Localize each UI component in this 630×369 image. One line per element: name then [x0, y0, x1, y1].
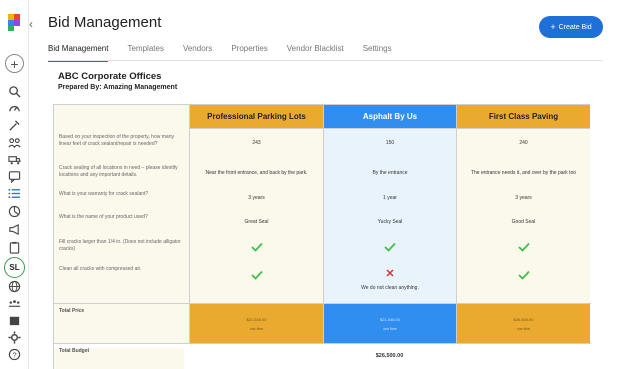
- total-budget-value: $26,500.00: [375, 353, 404, 359]
- team-icon[interactable]: [7, 296, 22, 311]
- people-icon[interactable]: [7, 135, 22, 150]
- avatar[interactable]: SL: [4, 257, 25, 278]
- check-icon: [190, 242, 323, 252]
- answer-warranty: 1 year: [383, 195, 397, 201]
- price-frequency: one time: [383, 327, 397, 331]
- tools-icon[interactable]: [7, 118, 22, 133]
- check-icon: [457, 270, 590, 280]
- gear-icon[interactable]: [7, 330, 22, 345]
- chevron-left-icon[interactable]: ‹: [29, 17, 33, 31]
- create-bid-button[interactable]: + Create Bid: [539, 16, 603, 38]
- answer-linear-feet: 240: [519, 140, 528, 146]
- question-locations: Crack sealing of all locations in need –…: [59, 165, 178, 179]
- answer-linear-feet: 150: [385, 140, 395, 146]
- question-linear-feet: Based on your inspection of the property…: [59, 134, 174, 148]
- answer-product: Great Seal: [244, 219, 269, 225]
- company-name: ABC Corporate Offices: [58, 71, 162, 82]
- svg-text:?: ?: [12, 350, 16, 359]
- help-icon[interactable]: ?: [7, 347, 22, 362]
- plus-icon: +: [550, 22, 556, 32]
- row-divider: [54, 343, 591, 344]
- page-title: Bid Management: [48, 14, 162, 31]
- add-icon[interactable]: +: [5, 54, 24, 73]
- chat-icon[interactable]: [7, 169, 22, 184]
- question-warranty: What is your warranty for crack sealant?: [59, 191, 149, 197]
- list-icon[interactable]: [7, 186, 22, 201]
- answer-locations: The entrance needs it, and over by the p…: [470, 170, 577, 176]
- bid-comparison-table: Based on your inspection of the property…: [53, 104, 591, 369]
- chart-icon[interactable]: [7, 204, 22, 219]
- answer-linear-feet: 243: [252, 140, 261, 146]
- sidebar: + SL ?: [0, 0, 29, 369]
- answer-warranty: 3 years: [515, 195, 532, 201]
- total-budget-label: Total Budget: [54, 348, 184, 369]
- question-clean-cracks: Clean all cracks with compressed air.: [59, 266, 142, 272]
- total-budget-row: Total Budget $26,500.00: [54, 343, 591, 369]
- tabs-divider: [48, 60, 603, 61]
- clipboard-icon[interactable]: [7, 240, 22, 255]
- price-value: $26,450.00: [513, 317, 534, 322]
- total-price-label: Total Price: [59, 308, 85, 314]
- answer-product: Yucky Seal: [377, 219, 403, 225]
- vendor-name: Professional Parking Lots: [190, 105, 323, 129]
- price-cell: $26,450.00 one time: [457, 304, 590, 343]
- folder-icon[interactable]: [7, 313, 22, 328]
- answer-warranty: 3 years: [248, 195, 265, 201]
- vendor-name: Asphalt By Us: [324, 105, 456, 129]
- price-frequency: one time: [516, 327, 531, 331]
- truck-icon[interactable]: [7, 152, 22, 167]
- answer-locations: By the entrance: [372, 170, 408, 176]
- megaphone-icon[interactable]: [7, 222, 22, 237]
- prepared-by: Prepared By: Amazing Management: [58, 84, 178, 91]
- check-icon: [190, 270, 323, 280]
- app-logo: [8, 14, 20, 31]
- question-fill-cracks: Fill cracks larger than 1/4 in. (Does no…: [59, 239, 181, 253]
- price-value: $21,546.00: [379, 317, 401, 322]
- questions-column: Based on your inspection of the property…: [54, 105, 189, 368]
- check-icon: [457, 242, 590, 252]
- price-value: $21,546.00: [246, 317, 267, 322]
- question-product: What is the name of your product used?: [59, 214, 148, 220]
- dashboard-gauge-icon[interactable]: [7, 101, 22, 116]
- vendor-name: First Class Paving: [457, 105, 590, 129]
- clean-note: We do not clean anything.: [361, 285, 419, 291]
- answer-locations: Near the front entrance, and back by the…: [205, 170, 308, 176]
- x-mark-icon: ✕: [385, 268, 395, 280]
- search-icon[interactable]: [7, 84, 22, 99]
- answer-product: Good Seal: [511, 219, 536, 225]
- globe-icon[interactable]: [7, 279, 22, 294]
- price-cell: $21,546.00 one time: [190, 304, 323, 343]
- price-cell: $21,546.00 one time: [324, 304, 456, 343]
- price-frequency: one time: [249, 327, 264, 331]
- check-icon: [324, 242, 456, 252]
- create-bid-label: Create Bid: [558, 23, 592, 31]
